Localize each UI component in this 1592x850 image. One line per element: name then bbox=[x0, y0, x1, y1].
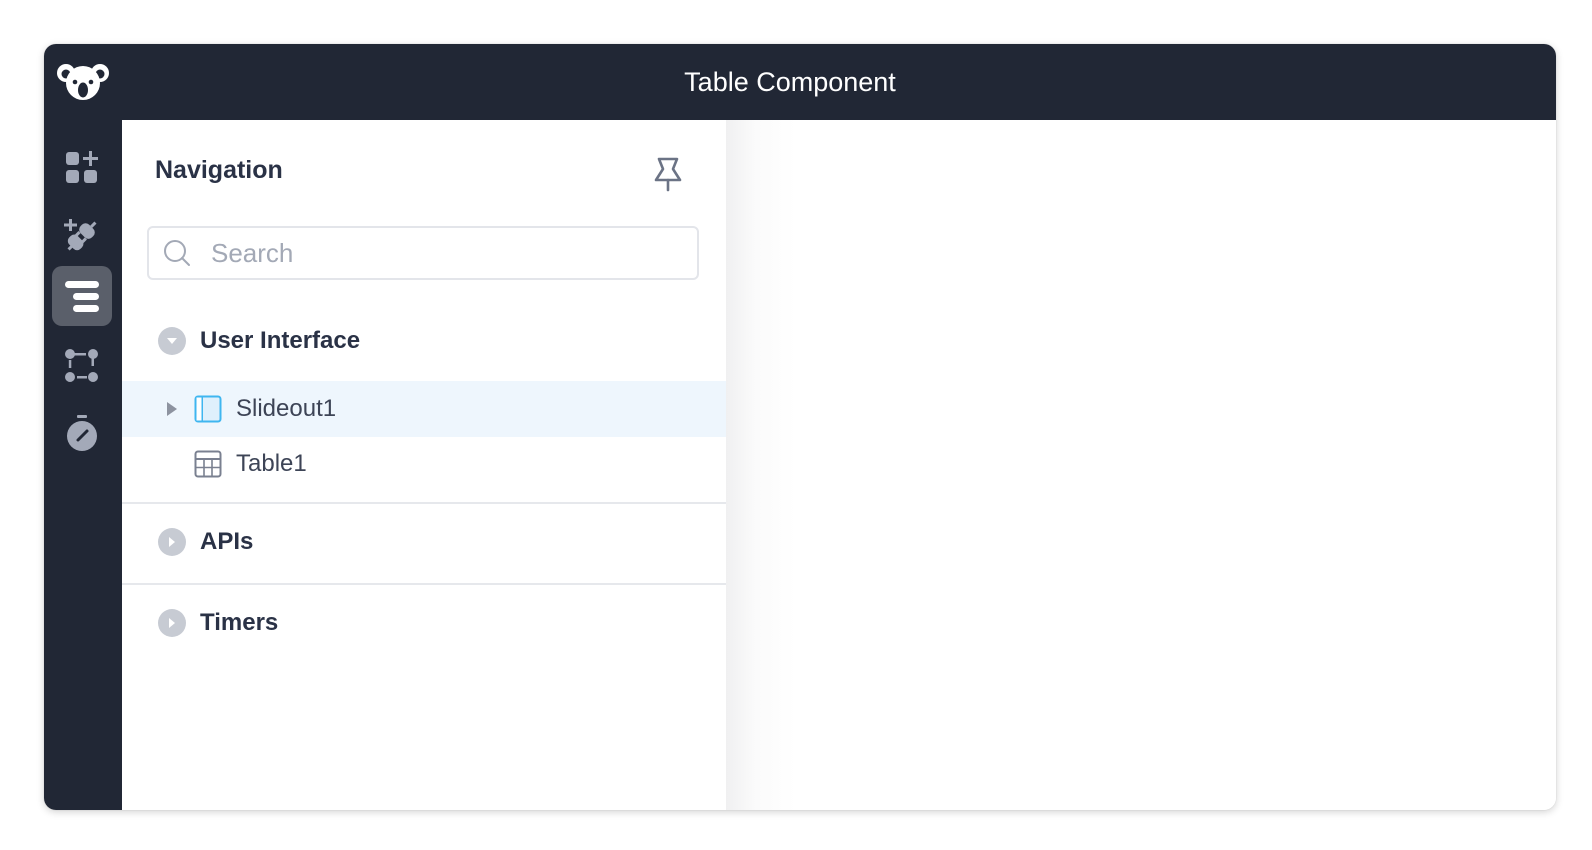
table-icon bbox=[194, 450, 222, 478]
chevron-right-icon bbox=[169, 618, 175, 628]
slideout-icon bbox=[194, 395, 222, 423]
page-title: Table Component bbox=[684, 67, 896, 97]
section-divider bbox=[122, 502, 726, 504]
icon-rail bbox=[44, 120, 122, 810]
top-bar: Table Component bbox=[44, 44, 1556, 120]
tree-item-table1[interactable]: Table1 bbox=[122, 436, 726, 492]
flow-nodes-icon bbox=[65, 349, 98, 382]
section-divider bbox=[122, 583, 726, 585]
section-label: APIs bbox=[200, 528, 254, 555]
expand-toggle-icon[interactable] bbox=[158, 609, 186, 637]
collapse-toggle-icon[interactable] bbox=[158, 327, 186, 355]
stopwatch-icon bbox=[67, 415, 97, 451]
tree-item-label: Table1 bbox=[236, 450, 307, 477]
search-input[interactable] bbox=[209, 236, 673, 270]
search-field[interactable] bbox=[147, 226, 699, 280]
rail-workflows-button[interactable] bbox=[52, 336, 112, 396]
app-window: Table Component Navigation Search User I… bbox=[44, 44, 1556, 810]
list-lines-icon bbox=[65, 281, 99, 312]
search-icon bbox=[164, 240, 190, 266]
rail-navigation-button[interactable] bbox=[52, 266, 112, 326]
section-user-interface[interactable]: User Interface bbox=[158, 327, 360, 355]
panel-title: Navigation bbox=[155, 156, 283, 184]
chevron-right-icon bbox=[169, 537, 175, 547]
caret-right-icon[interactable] bbox=[166, 401, 178, 417]
chevron-down-icon bbox=[167, 338, 177, 344]
canvas-area bbox=[726, 120, 1556, 810]
rail-add-components-button[interactable] bbox=[52, 138, 112, 198]
section-label: User Interface bbox=[200, 327, 361, 354]
tree-item-label: Slideout1 bbox=[236, 395, 337, 422]
plug-add-icon bbox=[64, 219, 97, 251]
section-label: Timers bbox=[200, 609, 279, 636]
navigation-panel: Navigation User Interface bbox=[122, 120, 726, 810]
rail-timers-button[interactable] bbox=[52, 404, 112, 464]
expand-toggle-icon[interactable] bbox=[158, 528, 186, 556]
rail-integrations-button[interactable] bbox=[52, 206, 112, 266]
add-grid-icon bbox=[66, 151, 98, 183]
section-apis[interactable]: APIs bbox=[158, 528, 253, 556]
pin-icon[interactable] bbox=[652, 156, 684, 192]
section-timers[interactable]: Timers bbox=[158, 609, 278, 637]
tree-item-slideout1[interactable]: Slideout1 bbox=[122, 381, 726, 437]
